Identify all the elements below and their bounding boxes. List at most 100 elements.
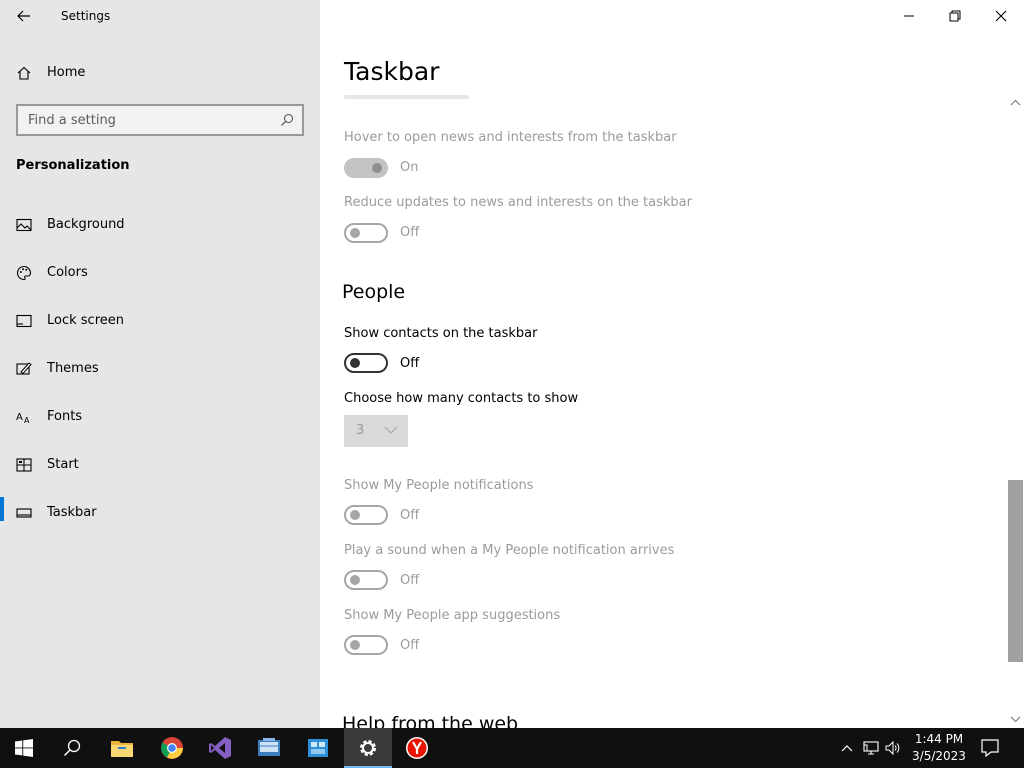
help-heading: Help from the web <box>342 713 519 728</box>
toggle-knob <box>350 228 360 238</box>
windows-taskbar: 1:44 PM 3/5/2023 <box>0 728 1024 768</box>
lock-screen-icon <box>16 314 32 328</box>
dropdown-value: 3 <box>356 423 365 438</box>
sidebar-item-themes[interactable]: Themes <box>0 352 320 400</box>
visual-studio-button[interactable] <box>196 728 244 768</box>
fonts-icon: AA <box>16 412 30 425</box>
people-notifications-label: Show My People notifications <box>344 478 534 493</box>
notification-icon <box>981 739 999 758</box>
scroll-thumb[interactable] <box>1008 480 1023 662</box>
personalization-nav: Background Colors Lock screen Themes AA … <box>0 208 320 544</box>
settings-taskbar-button[interactable] <box>344 728 392 768</box>
app-button[interactable] <box>245 728 293 768</box>
system-clock[interactable]: 1:44 PM 3/5/2023 <box>905 731 973 765</box>
sidebar-item-colors[interactable]: Colors <box>0 256 320 304</box>
toggle-knob <box>350 575 360 585</box>
yandex-icon <box>406 737 428 759</box>
people-heading: People <box>342 281 406 303</box>
action-center-button[interactable] <box>980 738 1002 758</box>
people-notifications-state: Off <box>400 508 420 523</box>
reduce-updates-toggle[interactable] <box>344 223 388 243</box>
app-icon <box>258 738 280 756</box>
toggle-knob <box>350 510 360 520</box>
windows-logo-icon <box>15 739 33 757</box>
palette-icon <box>16 265 32 281</box>
reduce-updates-state: Off <box>400 225 420 240</box>
back-button[interactable] <box>10 4 38 28</box>
sidebar-item-start[interactable]: Start <box>0 448 320 496</box>
taskbar-icon <box>16 508 32 518</box>
file-explorer-icon <box>111 741 133 757</box>
sidebar-item-label: Background <box>47 217 125 232</box>
people-sound-label: Play a sound when a My People notificati… <box>344 543 675 558</box>
hover-news-label: Hover to open news and interests from th… <box>344 130 677 145</box>
contacts-count-label: Choose how many contacts to show <box>344 391 579 406</box>
title-bar: Settings <box>0 0 320 32</box>
people-notifications-toggle[interactable] <box>344 505 388 525</box>
reduce-updates-label: Reduce updates to news and interests on … <box>344 195 692 210</box>
app-icon-2 <box>308 739 328 757</box>
hover-news-toggle[interactable] <box>344 158 388 178</box>
network-icon <box>863 741 879 755</box>
sidebar-item-taskbar[interactable]: Taskbar <box>0 496 320 544</box>
show-contacts-state: Off <box>400 356 420 371</box>
vertical-scrollbar[interactable] <box>1007 96 1024 728</box>
sidebar-item-label: Themes <box>47 361 99 376</box>
sidebar-item-lock-screen[interactable]: Lock screen <box>0 304 320 352</box>
clock-date: 3/5/2023 <box>912 749 966 763</box>
sidebar-item-label: Colors <box>47 265 88 280</box>
settings-icon <box>359 739 377 757</box>
toggle-knob <box>350 640 360 650</box>
show-contacts-toggle[interactable] <box>344 353 388 373</box>
chrome-icon <box>161 737 183 759</box>
search-input[interactable] <box>28 111 278 129</box>
contacts-count-dropdown[interactable]: 3 <box>344 415 408 447</box>
start-button[interactable] <box>0 728 48 768</box>
chevron-up-icon <box>841 745 853 752</box>
file-explorer-button[interactable] <box>98 728 146 768</box>
svg-text:A: A <box>16 412 23 423</box>
show-contacts-label: Show contacts on the taskbar <box>344 326 538 341</box>
volume-icon <box>885 741 900 755</box>
back-arrow-icon <box>17 10 30 22</box>
scroll-up-icon[interactable] <box>1010 98 1021 108</box>
main-content: Taskbar Hover to open news and interests… <box>320 0 1024 728</box>
svg-text:A: A <box>24 416 30 425</box>
page-title: Taskbar <box>344 57 440 86</box>
search-icon <box>63 739 81 757</box>
people-sound-toggle[interactable] <box>344 570 388 590</box>
people-suggestions-state: Off <box>400 638 420 653</box>
people-suggestions-label: Show My People app suggestions <box>344 608 561 623</box>
sidebar-item-label: Start <box>47 457 79 472</box>
chrome-button[interactable] <box>148 728 196 768</box>
chevron-down-icon <box>384 426 398 434</box>
search-icon <box>281 113 294 126</box>
sidebar-item-label: Taskbar <box>47 505 97 520</box>
settings-window: Settings Home Personalization Background… <box>0 0 1024 728</box>
yandex-button[interactable] <box>393 728 441 768</box>
sidebar: Settings Home Personalization Background… <box>0 0 320 728</box>
picture-icon <box>16 218 32 232</box>
app-title: Settings <box>61 9 111 23</box>
start-icon <box>16 458 32 472</box>
sidebar-item-label: Fonts <box>47 409 83 424</box>
app-button-2[interactable] <box>294 728 342 768</box>
people-sound-state: Off <box>400 573 420 588</box>
toggle-knob <box>372 163 382 173</box>
sidebar-item-fonts[interactable]: AA Fonts <box>0 400 320 448</box>
show-hidden-icons-button[interactable] <box>838 738 856 758</box>
home-label: Home <box>47 65 86 80</box>
themes-icon <box>16 362 32 375</box>
network-button[interactable] <box>862 738 880 758</box>
title-divider <box>344 95 469 99</box>
taskbar-search-button[interactable] <box>48 728 96 768</box>
volume-button[interactable] <box>884 738 902 758</box>
scroll-down-icon[interactable] <box>1010 714 1021 724</box>
clock-time: 1:44 PM <box>914 732 964 746</box>
visual-studio-icon <box>209 737 231 759</box>
hover-news-state: On <box>400 160 419 175</box>
search-box[interactable] <box>16 104 304 136</box>
sidebar-item-background[interactable]: Background <box>0 208 320 256</box>
people-suggestions-toggle[interactable] <box>344 635 388 655</box>
home-nav-item[interactable]: Home <box>0 57 320 89</box>
